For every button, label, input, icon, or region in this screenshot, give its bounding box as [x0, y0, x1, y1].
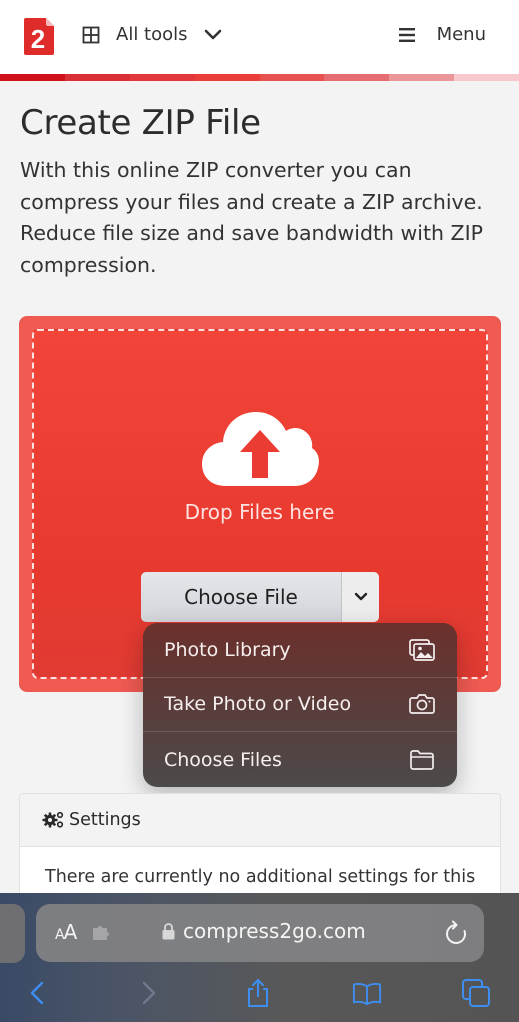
- settings-heading: Settings: [69, 810, 141, 830]
- tabs-icon: [462, 979, 490, 1007]
- folder-icon: [409, 749, 435, 771]
- stripe-segment: [324, 74, 390, 81]
- svg-text:2: 2: [31, 24, 45, 54]
- gears-icon: [42, 811, 64, 828]
- brand-stripe: [0, 74, 519, 81]
- file-source-menu: Photo Library Take Photo or Video Choose…: [143, 623, 457, 787]
- bookmarks-button[interactable]: [352, 978, 382, 1008]
- drop-files-text: Drop Files here: [184, 500, 335, 524]
- previous-tab-preview[interactable]: [0, 904, 25, 963]
- stripe-segment: [129, 74, 195, 81]
- chevron-down-icon: [204, 29, 221, 39]
- address-bar[interactable]: AA compress2go.com: [36, 904, 484, 962]
- choose-file-button[interactable]: Choose File: [141, 572, 342, 622]
- menu-button[interactable]: Menu: [398, 24, 486, 45]
- reader-options-button[interactable]: AA: [55, 920, 78, 944]
- logo[interactable]: 2: [24, 18, 54, 55]
- menu-item-label: Take Photo or Video: [164, 693, 352, 716]
- chevron-left-icon: [30, 981, 44, 1005]
- stripe-segment: [0, 74, 65, 81]
- back-button[interactable]: [22, 978, 52, 1008]
- tabs-button[interactable]: [461, 978, 491, 1008]
- lock-icon: [162, 922, 175, 939]
- page-title: Create ZIP File: [20, 103, 261, 143]
- choose-file-button-group: Choose File: [141, 572, 379, 622]
- menu-item-photo-library[interactable]: Photo Library: [143, 623, 457, 678]
- stripe-segment: [259, 74, 325, 81]
- menu-label: Menu: [436, 24, 486, 45]
- settings-body-text: There are currently no additional settin…: [45, 867, 476, 887]
- hamburger-icon: [398, 27, 415, 42]
- grid-icon: [82, 26, 100, 43]
- url-text: compress2go.com: [183, 919, 366, 943]
- book-icon: [352, 983, 382, 1006]
- settings-header[interactable]: Settings: [20, 794, 500, 847]
- chevron-right-icon: [142, 981, 156, 1005]
- cloud-upload-icon: [202, 412, 319, 486]
- share-button[interactable]: [243, 978, 273, 1008]
- all-tools-dropdown[interactable]: All tools: [82, 24, 222, 45]
- stripe-segment: [389, 74, 455, 81]
- forward-button[interactable]: [134, 978, 164, 1008]
- chevron-down-icon: [354, 592, 367, 601]
- url-display[interactable]: compress2go.com: [162, 919, 366, 943]
- page-intro: With this online ZIP converter you can c…: [20, 158, 483, 277]
- reload-icon[interactable]: [444, 920, 468, 946]
- page: 2 All tools Menu Create ZIP File With th…: [0, 0, 519, 1022]
- camera-icon: [409, 693, 435, 715]
- browser-toolbar: AA compress2go.com: [0, 893, 519, 1022]
- aa-label: A: [63, 920, 78, 944]
- stripe-segment: [64, 74, 130, 81]
- menu-item-choose-files[interactable]: Choose Files: [143, 732, 457, 787]
- all-tools-label: All tools: [116, 24, 188, 45]
- extension-icon[interactable]: [92, 925, 110, 941]
- menu-item-label: Choose Files: [164, 748, 282, 771]
- choose-file-dropdown-toggle[interactable]: [342, 572, 379, 622]
- stripe-segment: [454, 74, 519, 81]
- stripe-segment: [194, 74, 260, 81]
- menu-item-take-photo[interactable]: Take Photo or Video: [143, 678, 457, 733]
- share-icon: [248, 979, 268, 1007]
- site-header: 2 All tools Menu: [0, 0, 519, 74]
- menu-item-label: Photo Library: [164, 638, 291, 661]
- photo-library-icon: [409, 638, 435, 661]
